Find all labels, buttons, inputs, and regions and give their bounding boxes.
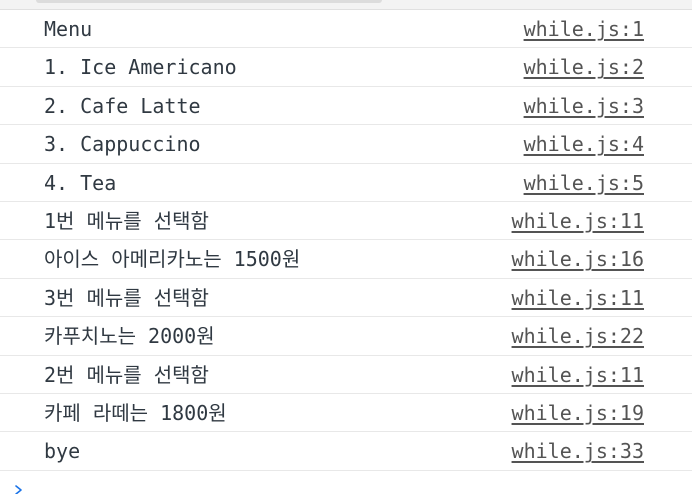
console-message-row: bye while.js:33 bbox=[0, 432, 692, 471]
console-message-row: 2. Cafe Latte while.js:3 bbox=[0, 87, 692, 126]
console-message-row: 3. Cappuccino while.js:4 bbox=[0, 125, 692, 164]
console-message-text: 2번 메뉴를 선택함 bbox=[44, 362, 209, 387]
console-prompt[interactable] bbox=[12, 478, 26, 494]
chevron-right-icon bbox=[15, 485, 22, 494]
console-message-text: 2. Cafe Latte bbox=[44, 93, 201, 118]
console-message-text: 카푸치노는 2000원 bbox=[44, 324, 215, 349]
source-link[interactable]: while.js:16 bbox=[512, 240, 644, 278]
source-link[interactable]: while.js:3 bbox=[524, 87, 644, 125]
source-link[interactable]: while.js:4 bbox=[524, 125, 644, 163]
source-link[interactable]: while.js:5 bbox=[524, 164, 644, 202]
console-message-text: Menu bbox=[44, 17, 93, 41]
console-message-row: 카푸치노는 2000원 while.js:22 bbox=[0, 317, 692, 356]
console-message-text: 3. Cappuccino bbox=[44, 132, 201, 157]
devtools-console: Menu while.js:1 1. Ice Americano while.j… bbox=[0, 0, 692, 494]
console-message-text: 1번 메뉴를 선택함 bbox=[44, 208, 209, 233]
console-message-row: 3번 메뉴를 선택함 while.js:11 bbox=[0, 279, 692, 318]
source-link[interactable]: while.js:11 bbox=[512, 279, 644, 317]
console-toolbar-edge bbox=[0, 0, 692, 10]
console-message-text: 3번 메뉴를 선택함 bbox=[44, 285, 209, 310]
source-link[interactable]: while.js:1 bbox=[524, 10, 644, 48]
console-message-text: bye bbox=[44, 439, 81, 464]
console-message-text: 아이스 아메리카노는 1500원 bbox=[44, 247, 301, 272]
console-message-row: Menu while.js:1 bbox=[0, 10, 692, 49]
source-link[interactable]: while.js:33 bbox=[512, 432, 644, 470]
console-message-row: 1. Ice Americano while.js:2 bbox=[0, 48, 692, 87]
toolbar-tab-edge bbox=[36, 0, 382, 3]
console-message-row: 4. Tea while.js:5 bbox=[0, 164, 692, 202]
console-message-text: 카페 라떼는 1800원 bbox=[44, 400, 227, 425]
source-link[interactable]: while.js:11 bbox=[512, 356, 644, 394]
console-message-row: 아이스 아메리카노는 1500원 while.js:16 bbox=[0, 240, 692, 279]
console-message-text: 4. Tea bbox=[44, 170, 117, 195]
source-link[interactable]: while.js:19 bbox=[512, 394, 644, 432]
console-messages: Menu while.js:1 1. Ice Americano while.j… bbox=[0, 10, 692, 471]
source-link[interactable]: while.js:22 bbox=[512, 317, 644, 355]
console-message-row: 1번 메뉴를 선택함 while.js:11 bbox=[0, 202, 692, 241]
source-link[interactable]: while.js:2 bbox=[524, 48, 644, 86]
source-link[interactable]: while.js:11 bbox=[512, 202, 644, 240]
console-message-row: 카페 라떼는 1800원 while.js:19 bbox=[0, 394, 692, 433]
console-message-row: 2번 메뉴를 선택함 while.js:11 bbox=[0, 356, 692, 394]
console-message-text: 1. Ice Americano bbox=[44, 55, 237, 80]
